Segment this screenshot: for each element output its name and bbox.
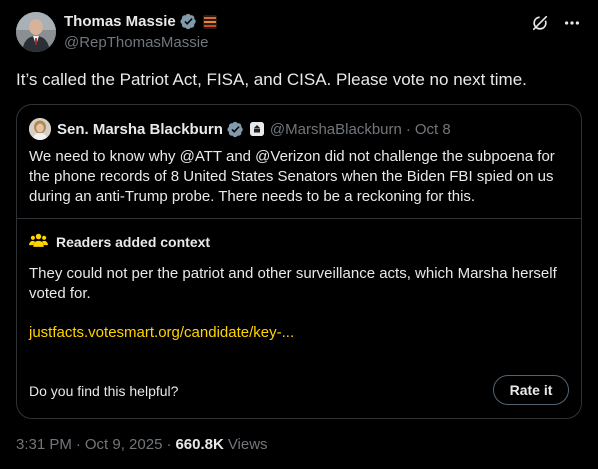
post-date[interactable]: Oct 9, 2025 (85, 436, 163, 453)
readers-context-icon (29, 232, 48, 251)
post-time[interactable]: 3:31 PM (16, 436, 72, 453)
verified-badge-icon[interactable] (227, 121, 244, 138)
post-meta: 3:31 PM · Oct 9, 2025 · 660.8K Views (16, 436, 268, 453)
readers-context-panel: Readers added context They could not per… (17, 218, 581, 418)
quoted-date-separator: · (405, 120, 411, 138)
readers-context-link[interactable]: justfacts.votesmart.org/candidate/key-..… (29, 324, 294, 341)
meta-separator: · (166, 436, 172, 453)
post: Thomas Massie @RepThomasMassie It’s call… (0, 0, 598, 469)
author-avatar[interactable] (16, 12, 56, 52)
quoted-author-handle[interactable]: @MarshaBlackburn (270, 121, 402, 138)
government-badge-icon (249, 122, 264, 136)
quoted-author-avatar[interactable] (29, 118, 51, 140)
helpful-question: Do you find this helpful? (29, 383, 179, 399)
more-icon[interactable] (562, 13, 582, 33)
quoted-author-name[interactable]: Sen. Marsha Blackburn (57, 121, 223, 138)
verified-badge-icon[interactable] (180, 13, 197, 30)
author-handle[interactable]: @RepThomasMassie (64, 34, 208, 51)
post-text: It’s called the Patriot Act, FISA, and C… (16, 70, 527, 89)
readers-context-body: They could not per the patriot and other… (29, 265, 557, 302)
quoted-post-header: Sen. Marsha Blackburn @MarshaBlackburn ·… (29, 118, 451, 140)
views-label: Views (227, 436, 268, 453)
quoted-post-card[interactable]: Sen. Marsha Blackburn @MarshaBlackburn ·… (16, 104, 582, 419)
views-count: 660.8K (175, 436, 224, 453)
readers-context-title: Readers added context (56, 233, 211, 250)
post-actions-top (530, 13, 582, 33)
rate-it-button[interactable]: Rate it (493, 375, 569, 405)
quoted-post-text: We need to know why @ATT and @Verizon di… (29, 148, 555, 205)
meta-separator: · (75, 436, 81, 453)
readers-context-header: Readers added context (29, 232, 210, 251)
flag-badge-icon (202, 14, 217, 29)
author-name-row: Thomas Massie (64, 13, 217, 30)
quoted-post-date[interactable]: Oct 8 (415, 121, 451, 138)
author-name[interactable]: Thomas Massie (64, 13, 176, 30)
grok-icon[interactable] (530, 13, 550, 33)
